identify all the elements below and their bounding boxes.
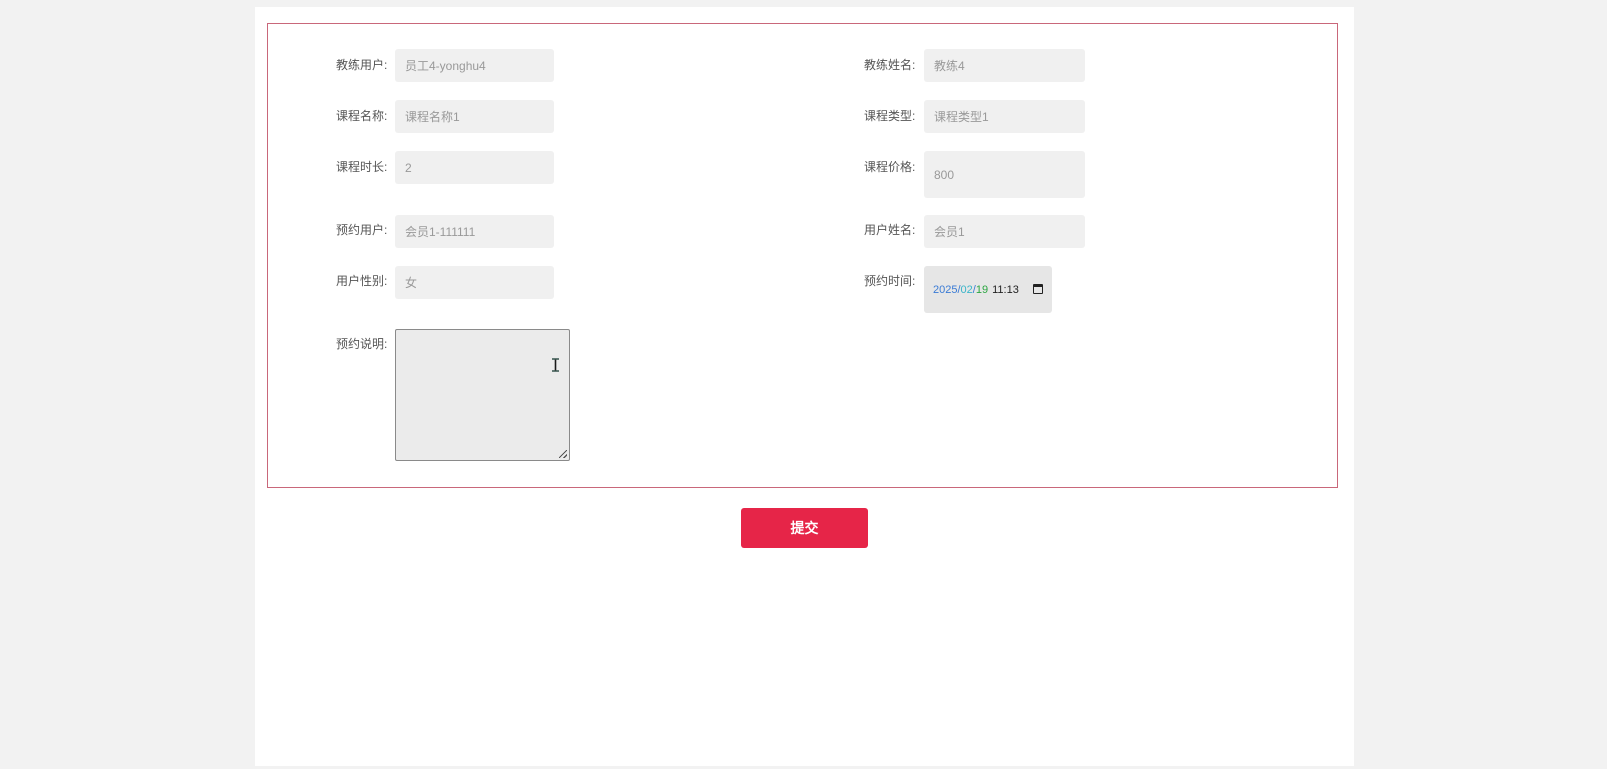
user-gender-input[interactable]: 女 xyxy=(395,266,554,299)
course-duration-input[interactable]: 2 xyxy=(395,151,554,184)
course-name-label: 课程名称: xyxy=(336,109,388,123)
submit-button[interactable]: 提交 xyxy=(741,508,868,548)
date-year: 2025 xyxy=(933,283,958,296)
date-time: 11:13 xyxy=(992,283,1019,296)
booking-notes-label: 预约说明: xyxy=(336,337,388,351)
course-price-input[interactable]: 800 xyxy=(924,151,1085,198)
booking-time-input[interactable]: 2025/02/19 11:13 xyxy=(924,266,1052,313)
text-cursor-icon xyxy=(552,358,559,372)
date-day: 19 xyxy=(975,283,989,296)
course-type-label: 课程类型: xyxy=(864,109,916,123)
booking-user-label: 预约用户: xyxy=(336,223,388,237)
course-price-label: 课程价格: xyxy=(864,160,916,174)
user-name-input[interactable]: 会员1 xyxy=(924,215,1085,248)
booking-time-label: 预约时间: xyxy=(864,274,916,288)
date-month: 02 xyxy=(960,283,973,296)
user-gender-label: 用户性别: xyxy=(336,274,388,288)
course-type-input[interactable]: 课程类型1 xyxy=(924,100,1085,133)
coach-name-input[interactable]: 教练4 xyxy=(924,49,1085,82)
user-name-label: 用户姓名: xyxy=(864,223,916,237)
calendar-icon[interactable] xyxy=(1033,284,1043,294)
resize-handle-icon[interactable] xyxy=(559,450,567,458)
coach-name-label: 教练姓名: xyxy=(864,58,916,72)
page-card: 教练用户: 员工4-yonghu4 教练姓名: 教练4 课程名称: 课程名称1 … xyxy=(255,7,1354,766)
course-name-input[interactable]: 课程名称1 xyxy=(395,100,554,133)
coach-user-input[interactable]: 员工4-yonghu4 xyxy=(395,49,554,82)
coach-user-label: 教练用户: xyxy=(336,58,388,72)
booking-form: 教练用户: 员工4-yonghu4 教练姓名: 教练4 课程名称: 课程名称1 … xyxy=(267,23,1338,488)
course-duration-label: 课程时长: xyxy=(336,160,388,174)
booking-user-input[interactable]: 会员1-111111 xyxy=(395,215,554,248)
booking-notes-textarea[interactable] xyxy=(395,329,570,461)
